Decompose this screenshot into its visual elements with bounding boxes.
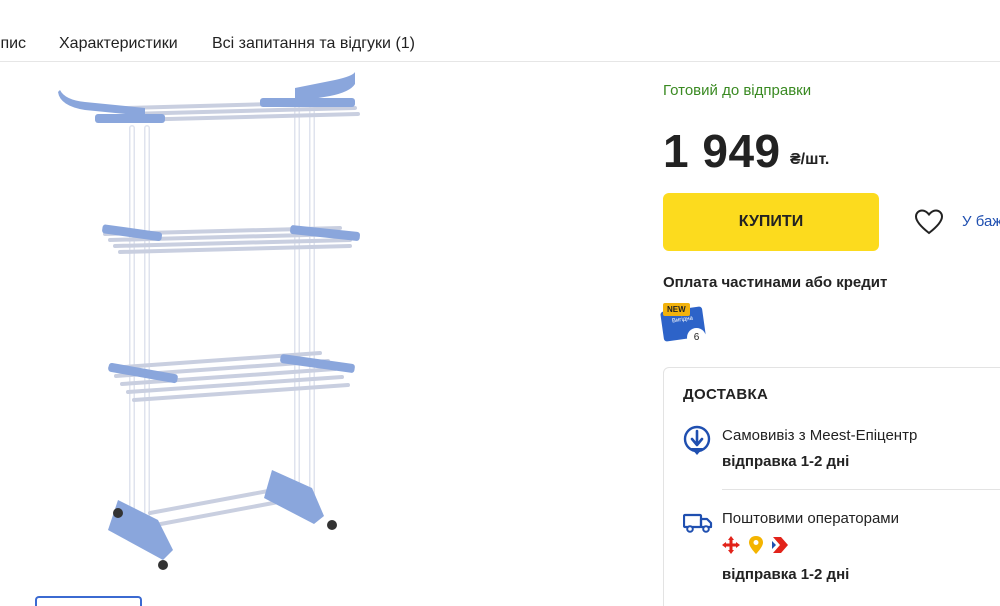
post-option-name[interactable]: Поштовими операторами: [722, 510, 899, 527]
pickup-option-time: відправка 1-2 дні: [722, 453, 850, 470]
pickup-option-name[interactable]: Самовивіз з Meest-Епіцентр: [722, 427, 917, 444]
buy-button[interactable]: КУПИТИ: [663, 193, 879, 251]
wishlist-link[interactable]: У бажане: [962, 213, 1000, 230]
heart-icon[interactable]: [914, 208, 944, 236]
tab-description[interactable]: Опис: [0, 35, 26, 53]
credit-title: Оплата частинами або кредит: [663, 274, 888, 291]
tab-characteristics[interactable]: Характеристики: [59, 35, 178, 53]
meest-icon: [772, 537, 788, 553]
badge-new-label: NEW: [663, 303, 690, 316]
price-value: 1 949: [663, 125, 781, 177]
truck-icon: [683, 513, 713, 533]
post-option-time: відправка 1-2 дні: [722, 566, 850, 583]
tab-questions-reviews[interactable]: Всі запитання та відгуки (1): [212, 35, 415, 53]
delivery-divider: [722, 489, 1000, 490]
product-image[interactable]: [50, 68, 380, 578]
delivery-title: ДОСТАВКА: [683, 386, 769, 403]
pickup-pin-icon: [683, 425, 711, 455]
product-tabs: Опис Характеристики Всі запитання та від…: [0, 0, 1000, 62]
ukrposhta-icon: [749, 536, 763, 554]
nova-poshta-icon: [722, 536, 740, 554]
badge-count: 6: [687, 328, 706, 347]
installment-badge[interactable]: NEW Вигідна 6: [660, 303, 710, 347]
gallery-thumbnail[interactable]: [35, 596, 142, 606]
price-currency: ₴/шт.: [790, 151, 830, 168]
availability-status: Готовий до відправки: [663, 82, 812, 99]
